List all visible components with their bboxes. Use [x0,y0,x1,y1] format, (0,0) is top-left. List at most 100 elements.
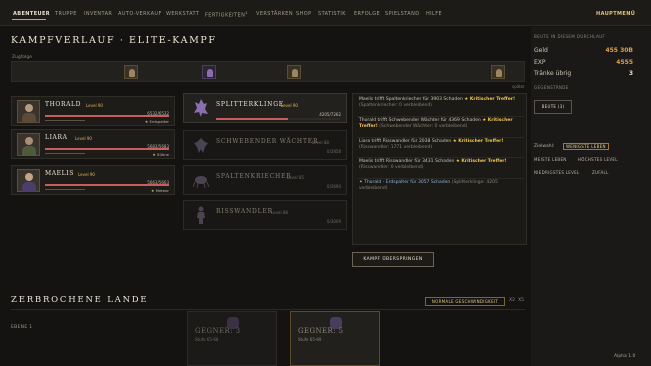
target-option-lowest-level[interactable]: NIEDRIGSTES LEVEL [534,170,580,175]
log-entry-detail: (Risswandler: 0 verbleibend) [359,165,424,171]
log-entry: Thorald trifft Schwebender Wächter für 4… [359,118,524,131]
exp-label: EXP [534,59,546,66]
log-divider [357,116,524,117]
star-icon: ★ [144,119,149,124]
enemy-card-schwebender-waechter[interactable]: SCHWEBENDER WÄCHTER Level 88 0/2858 [183,130,347,160]
loot-panel: BEUTE IN DIESEM DURCHLAUF Geld 455 30B EX… [531,27,651,366]
hero-mana-bar [45,189,85,190]
floating-guardian-icon [194,138,208,153]
log-entry-text: Thorald trifft Schwebender Wächter für 4… [359,118,481,123]
hero-name: MAELIS [45,170,74,177]
enemy-hp: 0/2690 [326,184,341,189]
top-nav: ABENTEUER TRUPPE INVENTAR AUTO-VERKAUF W… [0,0,651,26]
log-entry: Maelis trifft Spaltenkriecher für 3903 S… [359,97,524,110]
speed-normal-button[interactable]: NORMALE GESCHWINDIGKEIT [425,297,505,306]
hero-skill-tag: ★ Sühne [152,152,169,157]
hero-name: LIARA [45,134,68,141]
portrait-head [25,137,33,145]
tab-verstaerken[interactable]: VERSTÄRKEN [256,11,293,17]
potions-row: Tränke übrig 3 [534,70,633,77]
tab-abenteuer[interactable]: ABENTEUER [13,11,50,17]
log-entry-text: Maelis trifft Risswandler für 3431 Schad… [359,159,455,164]
log-entry-crit: ★ Kritischer Treffer! [455,159,507,164]
enemy-level: Level 88 [271,209,288,215]
turn-token-hero [124,65,138,79]
log-entry: Maelis trifft Risswandler für 3431 Schad… [359,159,524,172]
tab-inventar[interactable]: INVENTAR [84,11,112,17]
log-entry-crit: ★ Kritischer Treffer! [452,139,504,144]
enemy-hp: 4205/7262 [319,112,341,117]
turn-order-label: Zugfolge [12,55,33,60]
log-entry-crit: ★ Kritischer Treffer! [464,97,516,102]
target-option-most-hp[interactable]: MEISTE LEBEN [534,157,567,162]
log-entry: ✦ Thorald - Erdspalter für 3057 Schaden … [359,180,524,193]
enemy-name: RISSWANDLER [216,208,273,215]
tab-truppe[interactable]: TRUPPE [55,11,77,17]
combat-log: Maelis trifft Spaltenkriecher für 3903 S… [352,93,527,245]
hero-portrait [17,133,40,156]
skills-badge: 1 [245,11,248,15]
gold-label: Geld [534,47,548,54]
main-menu-button[interactable]: HAUPTMENÜ [596,11,635,17]
encounter-enemy-count: GEGNER: 3 [195,327,241,335]
hero-hp-fill [45,184,169,186]
target-label: Zielwahl: [534,144,555,149]
exp-row: EXP 4555 [534,59,633,66]
area-title: ZERBROCHENE LANDE [11,295,149,305]
enemy-name: SCHWEBENDER WÄCHTER [216,138,319,145]
encounter-enemy-count: GEGNER: 5 [298,327,344,335]
tab-werkstatt[interactable]: WERKSTATT [166,11,199,17]
target-option-random[interactable]: ZUFALL [592,170,609,175]
encounter-card[interactable]: GEGNER: 3 Stufe 65-68 [187,311,277,366]
hero-level: Level 90 [86,102,103,108]
loot-button[interactable]: BEUTE (3) [534,100,572,114]
log-divider [357,178,524,179]
enemy-card-risswandler[interactable]: RISSWANDLER Level 88 0/3009 [183,200,347,230]
hero-hp-fill [45,115,169,117]
portrait-head [25,104,33,112]
hero-card-liara[interactable]: LIARA Level 90 5683/5683 ★ Sühne [11,129,175,159]
hero-hp-bar [45,184,169,186]
hero-mana-bar [45,153,85,154]
tab-fertigkeiten[interactable]: FERTIGKEITEN1 [205,11,248,19]
star-icon: ★ [152,152,156,157]
gold-value: 455 30B [605,47,633,54]
log-divider [357,137,524,138]
turn-token-enemy [202,65,216,79]
enemy-hp: 0/3009 [326,219,341,224]
skip-battle-button[interactable]: KAMPF ÜBERSPRINGEN [352,252,434,267]
enemy-hp-fill [216,118,288,120]
enemy-level: Level 88 [312,139,329,145]
tab-spielstand[interactable]: SPIELSTAND [385,11,419,17]
log-entry-text: Maelis trifft Spaltenkriecher für 3903 S… [359,97,463,102]
speed-x2-button[interactable]: X2 [509,298,515,303]
target-option-highest-level[interactable]: HÖCHSTES LEVEL [578,157,618,162]
crystal-blade-icon [194,99,208,117]
hero-card-maelis[interactable]: MAELIS Level 90 5663/5663 ★ Meteor [11,165,175,195]
log-entry: Liara trifft Risswandler für 2038 Schade… [359,139,524,152]
enemy-card-splitterklinge[interactable]: SPLITTERKLINGE Level 90 4205/7262 [183,93,347,123]
encounter-stage: Stufe 65-68 [195,337,219,342]
hero-card-thorald[interactable]: THORALD Level 90 6532/6532 ★ Erdspalter [11,96,175,126]
hero-level: Level 90 [75,135,92,141]
area-divider [11,309,525,310]
encounter-card-selected[interactable]: GEGNER: 5 Stufe 65-69 [290,311,380,366]
log-divider [357,157,524,158]
portrait-body [22,113,36,123]
tab-hilfe[interactable]: HILFE [426,11,442,17]
loot-header: BEUTE IN DIESEM DURCHLAUF [534,34,606,39]
tab-statistik[interactable]: STATISTIK [318,11,346,17]
tab-erfolge[interactable]: ERFOLGE [354,11,380,17]
enemy-card-spaltenkriecher[interactable]: SPALTENKRIECHER Level 85 0/2690 [183,165,347,195]
crawler-icon [193,176,209,189]
hero-hp-fill [45,148,169,150]
speed-x5-button[interactable]: X5 [518,298,524,303]
items-header: GEGENSTÄNDE [534,85,569,90]
enemy-name: SPALTENKRIECHER [216,173,292,180]
tab-shop[interactable]: SHOP [296,11,311,17]
star-icon: ★ [151,188,155,193]
hero-level: Level 90 [78,171,95,177]
tab-auto-verkauf[interactable]: AUTO-VERKAUF [118,11,162,17]
target-option-fewest-hp[interactable]: WENIGSTE LEBEN [563,143,609,150]
hero-hp-bar [45,148,169,150]
